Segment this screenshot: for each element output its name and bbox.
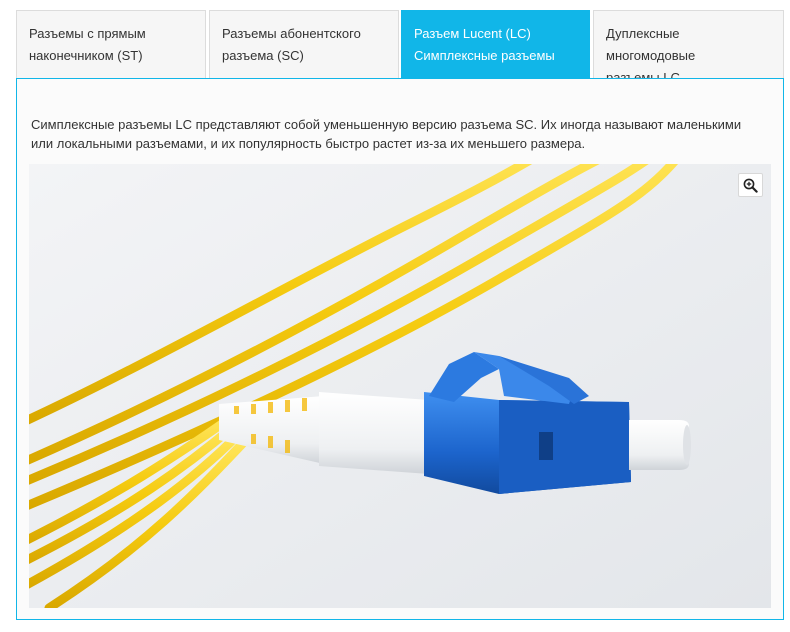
zoom-button[interactable] <box>738 173 763 197</box>
tab-sc-connectors[interactable]: Разъемы абонентского разъема (SC) <box>209 10 399 78</box>
tab-st-connectors[interactable]: Разъемы с прямым наконечником (ST) <box>16 10 206 78</box>
tab-panel: Симплексные разъемы LC представляют собо… <box>16 78 784 620</box>
connector-photo[interactable] <box>29 164 771 608</box>
tab-label-line2: наконечником (ST) <box>29 48 143 63</box>
tab-label-line1: Разъемы с прямым <box>29 26 146 41</box>
zoom-in-icon <box>743 178 758 193</box>
tab-label-line2: разъема (SC) <box>222 48 304 63</box>
tab-label-line1: Разъем Lucent (LC) <box>414 26 531 41</box>
tab-label-line1: Дуплексные многомодовые <box>606 26 696 63</box>
panel-description: Симплексные разъемы LC представляют собо… <box>31 117 742 151</box>
tab-lc-simplex[interactable]: Разъем Lucent (LC) Симплексные разъемы <box>401 10 590 79</box>
tab-label-line2: Симплексные разъемы <box>414 48 555 63</box>
lc-connector-illustration <box>29 164 771 608</box>
tab-bar: Разъемы с прямым наконечником (ST) Разъе… <box>16 10 784 85</box>
tab-lc-duplex[interactable]: Дуплексные многомодовые разъемы LC <box>593 10 784 85</box>
tab-label-line1: Разъемы абонентского <box>222 26 361 41</box>
